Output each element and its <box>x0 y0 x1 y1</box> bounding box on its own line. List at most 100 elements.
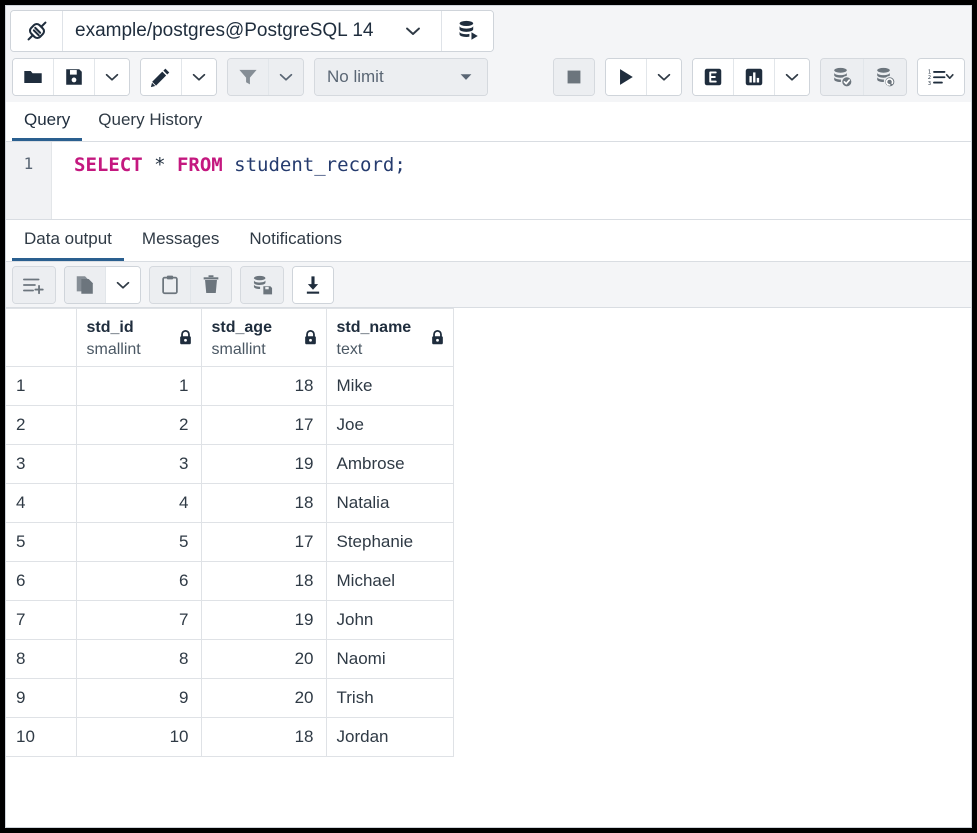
cell-std-name[interactable]: Joe <box>326 406 453 445</box>
table-row[interactable]: 3319Ambrose <box>6 445 453 484</box>
tab-query[interactable]: Query <box>12 104 82 141</box>
table-row[interactable]: 2217Joe <box>6 406 453 445</box>
table-row[interactable]: 9920Trish <box>6 679 453 718</box>
output-tab-bar: Data output Messages Notifications <box>6 220 971 262</box>
tab-query-label: Query <box>24 110 70 129</box>
tab-messages[interactable]: Messages <box>130 223 231 261</box>
cell-std-age[interactable]: 18 <box>201 562 326 601</box>
column-name: std_id <box>87 319 134 336</box>
cell-std-id[interactable]: 4 <box>76 484 201 523</box>
cell-std-id[interactable]: 1 <box>76 367 201 406</box>
sql-code[interactable]: SELECT * FROM student_record; <box>52 142 971 219</box>
table-row[interactable]: 7719John <box>6 601 453 640</box>
table-row[interactable]: 6618Michael <box>6 562 453 601</box>
table-row[interactable]: 101018Jordan <box>6 718 453 757</box>
lock-icon <box>303 329 318 346</box>
table-row[interactable]: 4418Natalia <box>6 484 453 523</box>
explain-button[interactable] <box>693 59 734 95</box>
tab-query-history[interactable]: Query History <box>86 104 214 141</box>
cell-std-id[interactable]: 9 <box>76 679 201 718</box>
commit-button[interactable] <box>821 59 864 95</box>
table-row[interactable]: 1118Mike <box>6 367 453 406</box>
stop-button[interactable] <box>554 59 594 95</box>
column-header-std-id[interactable]: std_id smallint <box>76 309 201 367</box>
lock-icon <box>178 329 193 346</box>
cell-std-name[interactable]: Naomi <box>326 640 453 679</box>
query-tab-bar: Query Query History <box>6 102 971 142</box>
cell-std-name[interactable]: Trish <box>326 679 453 718</box>
editor-gutter: 1 <box>6 142 52 219</box>
save-file-button[interactable] <box>54 59 95 95</box>
cell-std-age[interactable]: 18 <box>201 484 326 523</box>
explain-options-caret-icon[interactable] <box>775 59 809 95</box>
column-header-std-age[interactable]: std_age smallint <box>201 309 326 367</box>
cell-std-id[interactable]: 3 <box>76 445 201 484</box>
sql-keyword-select: SELECT <box>74 154 143 176</box>
rollback-button[interactable] <box>864 59 906 95</box>
filter-group <box>227 58 304 96</box>
cell-std-name[interactable]: John <box>326 601 453 640</box>
cell-std-id[interactable]: 5 <box>76 523 201 562</box>
cell-std-age[interactable]: 17 <box>201 406 326 445</box>
copy-button[interactable] <box>65 267 106 303</box>
header-row: std_id smallint <box>6 309 453 367</box>
cell-std-id[interactable]: 8 <box>76 640 201 679</box>
save-options-caret-icon[interactable] <box>95 59 129 95</box>
row-limit-value: No limit <box>327 67 384 87</box>
row-number-cell: 5 <box>6 523 76 562</box>
cell-std-name[interactable]: Stephanie <box>326 523 453 562</box>
macros-button[interactable]: 123 <box>918 59 964 95</box>
row-number-cell: 9 <box>6 679 76 718</box>
cell-std-age[interactable]: 20 <box>201 640 326 679</box>
paste-button[interactable] <box>150 267 191 303</box>
database-run-icon[interactable] <box>441 11 493 51</box>
cell-std-age[interactable]: 17 <box>201 523 326 562</box>
filter-button[interactable] <box>228 59 269 95</box>
copy-options-caret-icon[interactable] <box>106 267 140 303</box>
tab-data-output[interactable]: Data output <box>12 223 124 261</box>
execute-button[interactable] <box>606 59 647 95</box>
edit-button[interactable] <box>141 59 182 95</box>
cell-std-age[interactable]: 18 <box>201 367 326 406</box>
cell-std-name[interactable]: Michael <box>326 562 453 601</box>
tab-data-output-label: Data output <box>24 229 112 248</box>
cell-std-id[interactable]: 6 <box>76 562 201 601</box>
download-button[interactable] <box>293 267 333 303</box>
open-file-button[interactable] <box>13 59 54 95</box>
save-data-changes-button[interactable] <box>241 267 283 303</box>
execute-group <box>605 58 682 96</box>
cell-std-name[interactable]: Jordan <box>326 718 453 757</box>
cell-std-id[interactable]: 2 <box>76 406 201 445</box>
delete-button[interactable] <box>191 267 231 303</box>
cell-std-id[interactable]: 10 <box>76 718 201 757</box>
sql-editor[interactable]: 1 SELECT * FROM student_record; <box>6 142 971 220</box>
chevron-down-icon[interactable] <box>385 11 441 51</box>
query-tool-window: example/postgres@PostgreSQL 14 <box>5 5 972 828</box>
cell-std-age[interactable]: 20 <box>201 679 326 718</box>
tab-notifications[interactable]: Notifications <box>237 223 354 261</box>
cell-std-age[interactable]: 18 <box>201 718 326 757</box>
result-grid[interactable]: std_id smallint <box>6 308 971 827</box>
cell-std-name[interactable]: Ambrose <box>326 445 453 484</box>
filter-options-caret-icon[interactable] <box>269 59 303 95</box>
cell-std-age[interactable]: 19 <box>201 601 326 640</box>
cell-std-name[interactable]: Natalia <box>326 484 453 523</box>
cell-std-id[interactable]: 7 <box>76 601 201 640</box>
download-group <box>292 266 334 304</box>
cell-std-age[interactable]: 19 <box>201 445 326 484</box>
connection-select[interactable]: example/postgres@PostgreSQL 14 <box>63 11 385 51</box>
tab-query-history-label: Query History <box>98 110 202 129</box>
table-row[interactable]: 8820Naomi <box>6 640 453 679</box>
explain-analyze-button[interactable] <box>734 59 775 95</box>
table-row[interactable]: 5517Stephanie <box>6 523 453 562</box>
cell-std-name[interactable]: Mike <box>326 367 453 406</box>
row-limit-select[interactable]: No limit <box>315 59 487 95</box>
execute-options-caret-icon[interactable] <box>647 59 681 95</box>
edit-options-caret-icon[interactable] <box>182 59 216 95</box>
column-header-std-name[interactable]: std_name text <box>326 309 453 367</box>
macros-group: 123 <box>917 58 965 96</box>
add-row-button[interactable] <box>13 267 55 303</box>
column-type: smallint <box>212 341 266 358</box>
svg-text:3: 3 <box>928 81 931 87</box>
transaction-group <box>820 58 907 96</box>
